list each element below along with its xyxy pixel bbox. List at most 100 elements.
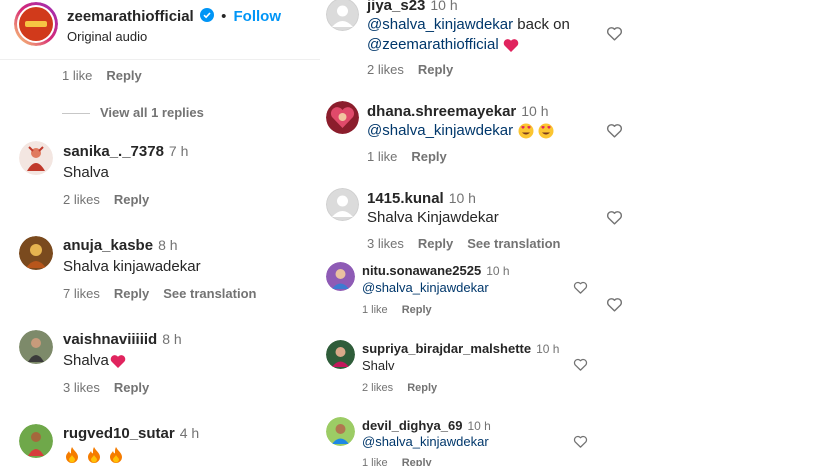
heart-eyes-emoji-icon: [518, 123, 534, 139]
like-heart-icon[interactable]: [606, 25, 623, 42]
mention-link[interactable]: @shalva_kinjawdekar: [367, 122, 513, 139]
avatar[interactable]: [326, 262, 355, 291]
comment-username[interactable]: nitu.sonawane2525 10 h: [362, 263, 510, 278]
reply-button[interactable]: Reply: [402, 457, 432, 466]
comment-time: 10 h: [536, 342, 560, 356]
comment-text: [65, 446, 123, 464]
comment-username[interactable]: supriya_birajdar_malshette 10 h: [362, 341, 559, 356]
comment-text: Shalva kinjawadekar: [63, 258, 201, 275]
mention-link[interactable]: @shalva_kinjawdekar: [367, 16, 513, 33]
replies-line: [62, 113, 90, 114]
like-heart-icon[interactable]: [606, 122, 623, 139]
comment-meta: 7 likes Reply See translation: [63, 286, 270, 301]
likes-count[interactable]: 7 likes: [63, 286, 100, 301]
follow-button[interactable]: Follow: [234, 8, 282, 25]
reply-button[interactable]: Reply: [114, 192, 149, 207]
avatar-placeholder[interactable]: [326, 0, 359, 31]
comment-username[interactable]: vaishnaviiiiid 8 h: [63, 331, 182, 348]
red-heart-emoji-icon: [503, 38, 519, 53]
mention-link[interactable]: @zeemarathiofficial: [367, 36, 499, 53]
post-reply-button[interactable]: Reply: [106, 68, 141, 83]
comment-meta: 1 like Reply: [362, 457, 446, 466]
see-translation-button[interactable]: See translation: [467, 236, 560, 251]
reply-button[interactable]: Reply: [418, 62, 453, 77]
avatar[interactable]: [326, 417, 355, 446]
reply-button[interactable]: Reply: [411, 149, 446, 164]
likes-count[interactable]: 2 likes: [63, 192, 100, 207]
comment-text: Shalva: [63, 352, 126, 369]
comment-meta: 2 likes Reply: [63, 192, 163, 207]
comment-text: Shalva: [63, 164, 109, 181]
comment-username[interactable]: dhana.shreemayekar 10 h: [367, 103, 549, 120]
comment-time: 10 h: [486, 264, 510, 278]
comment-time: 10 h: [430, 0, 458, 13]
avatar[interactable]: [326, 340, 355, 369]
like-heart-icon[interactable]: [573, 434, 588, 449]
like-heart-icon[interactable]: [573, 357, 588, 372]
likes-count[interactable]: 3 likes: [63, 380, 100, 395]
comment-time: 4 h: [179, 425, 200, 441]
verified-badge-icon: [199, 8, 214, 22]
likes-count[interactable]: 1 like: [367, 149, 397, 164]
comment-text: Shalv: [362, 358, 395, 373]
avatar[interactable]: [19, 424, 53, 458]
comment-time: 8 h: [162, 331, 182, 347]
likes-count[interactable]: 1 like: [362, 457, 388, 466]
comment-text: @shalva_kinjawdekar: [362, 280, 489, 295]
separator-dot: •: [221, 8, 227, 25]
comment-time: 10 h: [448, 190, 476, 206]
comment-meta: 2 likes Reply: [367, 62, 467, 77]
avatar-placeholder[interactable]: [326, 188, 359, 221]
post-author-name[interactable]: zeemarathiofficial • Follow: [67, 8, 281, 25]
avatar[interactable]: [19, 236, 53, 270]
comment-username[interactable]: sanika_._7378 7 h: [63, 143, 188, 160]
mention-link[interactable]: @shalva_kinjawdekar: [362, 434, 489, 449]
red-heart-emoji-icon: [110, 354, 126, 369]
heart-eyes-emoji-icon: [538, 123, 554, 139]
likes-count[interactable]: 1 like: [362, 304, 388, 316]
reply-button[interactable]: Reply: [402, 304, 432, 316]
likes-count[interactable]: 2 likes: [367, 62, 404, 77]
avatar[interactable]: [19, 141, 53, 175]
comment-username[interactable]: anuja_kasbe 8 h: [63, 237, 178, 254]
comment-time: 8 h: [158, 237, 178, 253]
audio-label[interactable]: Original audio: [67, 29, 147, 44]
comment-text: Shalva Kinjawdekar: [367, 209, 499, 226]
comment-time: 10 h: [521, 103, 549, 119]
comment-meta: 3 likes Reply: [63, 380, 163, 395]
avatar[interactable]: [326, 101, 359, 134]
post-author-avatar[interactable]: [14, 2, 58, 46]
comment-meta: 1 like Reply: [362, 304, 446, 316]
comment-username[interactable]: rugved10_sutar 4 h: [63, 425, 199, 442]
comment-username[interactable]: devil_dighya_69 10 h: [362, 418, 491, 433]
reply-button[interactable]: Reply: [114, 286, 149, 301]
see-translation-button[interactable]: See translation: [163, 286, 256, 301]
comment-meta: 3 likes Reply See translation: [367, 236, 574, 251]
fire-emoji-icon: [109, 446, 123, 464]
like-heart-icon[interactable]: [606, 209, 623, 226]
comment-username[interactable]: 1415.kunal 10 h: [367, 190, 476, 207]
mention-link[interactable]: @shalva_kinjawdekar: [362, 280, 489, 295]
fire-emoji-icon: [87, 446, 101, 464]
comment-username[interactable]: jiya_s23 10 h: [367, 0, 458, 14]
comment-meta: 2 likes Reply: [362, 382, 451, 394]
likes-count[interactable]: 2 likes: [362, 382, 393, 394]
like-heart-icon[interactable]: [606, 296, 623, 313]
comment-text: @shalva_kinjawdekar back on: [367, 16, 570, 33]
like-heart-icon[interactable]: [573, 280, 588, 295]
reply-button[interactable]: Reply: [418, 236, 453, 251]
post-username[interactable]: zeemarathiofficial: [67, 8, 194, 25]
comment-time: 10 h: [467, 419, 491, 433]
avatar[interactable]: [19, 330, 53, 364]
comment-text-line2: @zeemarathiofficial: [367, 36, 519, 53]
reply-button[interactable]: Reply: [114, 380, 149, 395]
reply-button[interactable]: Reply: [407, 382, 437, 394]
fire-emoji-icon: [65, 446, 79, 464]
post-likes-count[interactable]: 1 like: [62, 68, 92, 83]
header-divider: [0, 59, 320, 60]
likes-count[interactable]: 3 likes: [367, 236, 404, 251]
view-replies-button[interactable]: View all 1 replies: [100, 105, 204, 120]
comment-text: @shalva_kinjawdekar: [362, 434, 489, 449]
comment-meta: 1 like Reply: [367, 149, 461, 164]
comment-text: @shalva_kinjawdekar: [367, 122, 554, 139]
